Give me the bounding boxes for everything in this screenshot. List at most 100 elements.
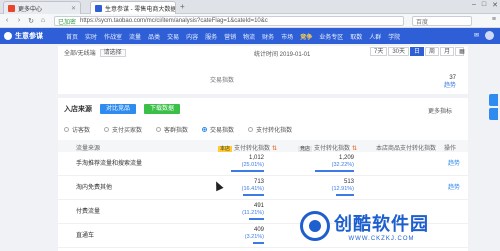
rival-percent: (12.91%) bbox=[331, 186, 354, 192]
radio-icon bbox=[64, 127, 69, 132]
nav-item-5[interactable]: 交易 bbox=[167, 32, 179, 41]
nav-items: 首页 实时 作战室 流量 品类 交易 内容 服务 营销 物流 财务 市场 竞争 业务专区 取数 人群 学院 bbox=[66, 32, 400, 41]
avatar[interactable] bbox=[485, 31, 494, 40]
trend-link[interactable]: 趋势 bbox=[448, 182, 460, 191]
subtab-1[interactable]: 支付买家数 bbox=[104, 125, 142, 134]
close-window-icon[interactable]: ✕ bbox=[492, 1, 498, 9]
own-share-bar bbox=[243, 194, 264, 196]
period-button-2[interactable]: 日 bbox=[410, 47, 425, 56]
rival-value-cell: 1,209 (32.22%) bbox=[294, 155, 354, 172]
nav-item-10[interactable]: 财务 bbox=[262, 32, 274, 41]
calendar-icon[interactable]: ▦ bbox=[455, 47, 465, 56]
back-icon[interactable]: ‹ bbox=[3, 17, 11, 24]
more-metrics-link[interactable]: 更多指标 bbox=[428, 106, 452, 115]
trend-link[interactable]: 趋势 bbox=[448, 158, 460, 167]
own-percent: (16.41%) bbox=[241, 186, 264, 192]
section-title: 入店来源 bbox=[64, 106, 92, 113]
message-icon[interactable]: ✉ bbox=[474, 32, 479, 39]
rival-share-bar bbox=[315, 170, 354, 172]
filter-select[interactable]: 请选择 bbox=[99, 48, 126, 57]
nav-item-7[interactable]: 服务 bbox=[205, 32, 217, 41]
nav-right: ✉ bbox=[474, 31, 494, 40]
own-value: 1,012 bbox=[248, 155, 264, 161]
watermark: 创酷软件园 WWW.CKZKJ.COM bbox=[300, 202, 498, 250]
metric-label: 交易指数 bbox=[210, 78, 235, 84]
url-input[interactable]: 已加密 https://sycm.taobao.com/mc/ci/item/a… bbox=[54, 16, 404, 26]
help-widget-icon[interactable] bbox=[489, 108, 498, 120]
address-bar: ‹ › ↻ ⌂ 已加密 https://sycm.taobao.com/mc/c… bbox=[0, 14, 500, 28]
nav-item-8[interactable]: 营销 bbox=[224, 32, 236, 41]
nav-item-14[interactable]: 取数 bbox=[350, 32, 362, 41]
subtab-2[interactable]: 客群指数 bbox=[156, 125, 188, 134]
watermark-url: WWW.CKZKJ.COM bbox=[348, 236, 415, 242]
export-button[interactable]: 下载数据 bbox=[144, 104, 181, 114]
subtab-4[interactable]: 支付转化指数 bbox=[248, 125, 292, 134]
subtab-label: 支付买家数 bbox=[112, 128, 143, 134]
logo-text: 生意参谋 bbox=[15, 33, 43, 40]
nav-item-12[interactable]: 竞争 bbox=[300, 32, 312, 41]
col-item-header: 本店商品支付转化指数 bbox=[376, 146, 437, 152]
overview-card: 全部/无线端 请选择 统计时间 2019-01-01 7天 30天日周月 ▦ 交易指… bbox=[58, 46, 468, 94]
rival-value: 513 bbox=[343, 179, 354, 185]
own-tag: 本店 bbox=[218, 146, 233, 152]
filter-row: 全部/无线端 请选择 bbox=[64, 48, 126, 57]
nav-item-9[interactable]: 物流 bbox=[243, 32, 255, 41]
refresh-icon[interactable]: ↻ bbox=[27, 17, 35, 25]
nav-item-16[interactable]: 学院 bbox=[388, 32, 400, 41]
own-value: 491 bbox=[253, 203, 264, 209]
nav-item-11[interactable]: 市场 bbox=[281, 32, 293, 41]
subtab-0[interactable]: 访客数 bbox=[64, 125, 90, 134]
site-nav: 生意参谋 首页 实时 作战室 流量 品类 交易 内容 服务 营销 物流 财务 市场 竞争 业务专区 取数 人群… bbox=[0, 28, 500, 44]
period-button-1[interactable]: 30天 bbox=[388, 47, 410, 56]
period-button-0[interactable]: 7天 bbox=[370, 47, 388, 56]
browser-tab-inactive[interactable]: 更多中心 ✕ bbox=[3, 1, 81, 14]
watermark-logo-icon bbox=[300, 211, 330, 241]
rival-tag: 竞店 bbox=[298, 146, 313, 152]
col-own-header[interactable]: 本店 支付转化指数 ⇅ bbox=[218, 143, 277, 152]
compare-button[interactable]: 对比竞品 bbox=[100, 104, 137, 114]
nav-item-15[interactable]: 人群 bbox=[369, 32, 381, 41]
sort-icon: ⇅ bbox=[272, 146, 278, 152]
nav-item-3[interactable]: 流量 bbox=[129, 32, 141, 41]
home-icon[interactable]: ⌂ bbox=[39, 17, 47, 24]
col-rival-header[interactable]: 竞店 支付转化指数 ⇅ bbox=[298, 143, 357, 152]
watermark-text: 创酷软件园 WWW.CKZKJ.COM bbox=[334, 210, 429, 242]
radio-icon bbox=[248, 127, 254, 132]
metric-trend-link[interactable]: 趋势 bbox=[444, 82, 456, 90]
source-name: 手淘推荐流量和搜索流量 bbox=[76, 161, 143, 167]
table-row: 淘内免费其他 713 (16.41%) 513 (12.91%) 趋势 bbox=[58, 178, 468, 200]
metric-value: 37 bbox=[449, 75, 456, 81]
nav-item-6[interactable]: 内容 bbox=[186, 32, 198, 41]
browser-tab-active[interactable]: 生意参谋 - 零售电商大数据... ✕ bbox=[90, 1, 176, 14]
period-button-4[interactable]: 月 bbox=[440, 47, 455, 56]
browser-menu-icon[interactable]: ≡ bbox=[492, 16, 496, 23]
nav-item-2[interactable]: 作战室 bbox=[104, 32, 122, 41]
subtab-label: 客群指数 bbox=[164, 128, 189, 134]
new-tab-icon[interactable]: + bbox=[180, 2, 185, 11]
subtab-3[interactable]: 交易指数 bbox=[202, 125, 234, 134]
tab-favicon-icon bbox=[8, 4, 15, 12]
nav-item-1[interactable]: 实时 bbox=[85, 32, 97, 41]
nav-item-4[interactable]: 品类 bbox=[148, 32, 160, 41]
period-button-3[interactable]: 周 bbox=[425, 47, 440, 56]
own-share-bar bbox=[231, 170, 264, 172]
nav-item-13[interactable]: 业务专区 bbox=[319, 32, 343, 41]
feedback-widget-icon[interactable] bbox=[489, 94, 498, 106]
radio-icon bbox=[202, 127, 208, 132]
browser-search-input[interactable]: 百度 bbox=[412, 16, 472, 26]
subtab-label: 访客数 bbox=[72, 128, 91, 134]
tab-close-icon[interactable]: ✕ bbox=[71, 5, 76, 12]
minimize-icon[interactable]: – bbox=[472, 1, 476, 9]
site-logo[interactable]: 生意参谋 bbox=[4, 31, 56, 41]
rival-value-cell: 513 (12.91%) bbox=[294, 179, 354, 196]
forward-icon[interactable]: › bbox=[15, 17, 23, 24]
window-controls: – □ ✕ bbox=[472, 1, 498, 9]
maximize-icon[interactable]: □ bbox=[482, 1, 486, 9]
radio-icon bbox=[104, 127, 110, 132]
rival-value: 1,209 bbox=[338, 155, 354, 161]
url-text: https://sycm.taobao.com/mc/ci/item/analy… bbox=[80, 18, 268, 24]
table-row: 手淘推荐流量和搜索流量 1,012 (25.01%) 1,209 (32.22%) 趋势 bbox=[58, 154, 468, 176]
filter-label: 全部/无线端 bbox=[64, 51, 96, 57]
col-own-label: 支付转化指数 bbox=[234, 146, 271, 152]
nav-item-0[interactable]: 首页 bbox=[66, 32, 78, 41]
